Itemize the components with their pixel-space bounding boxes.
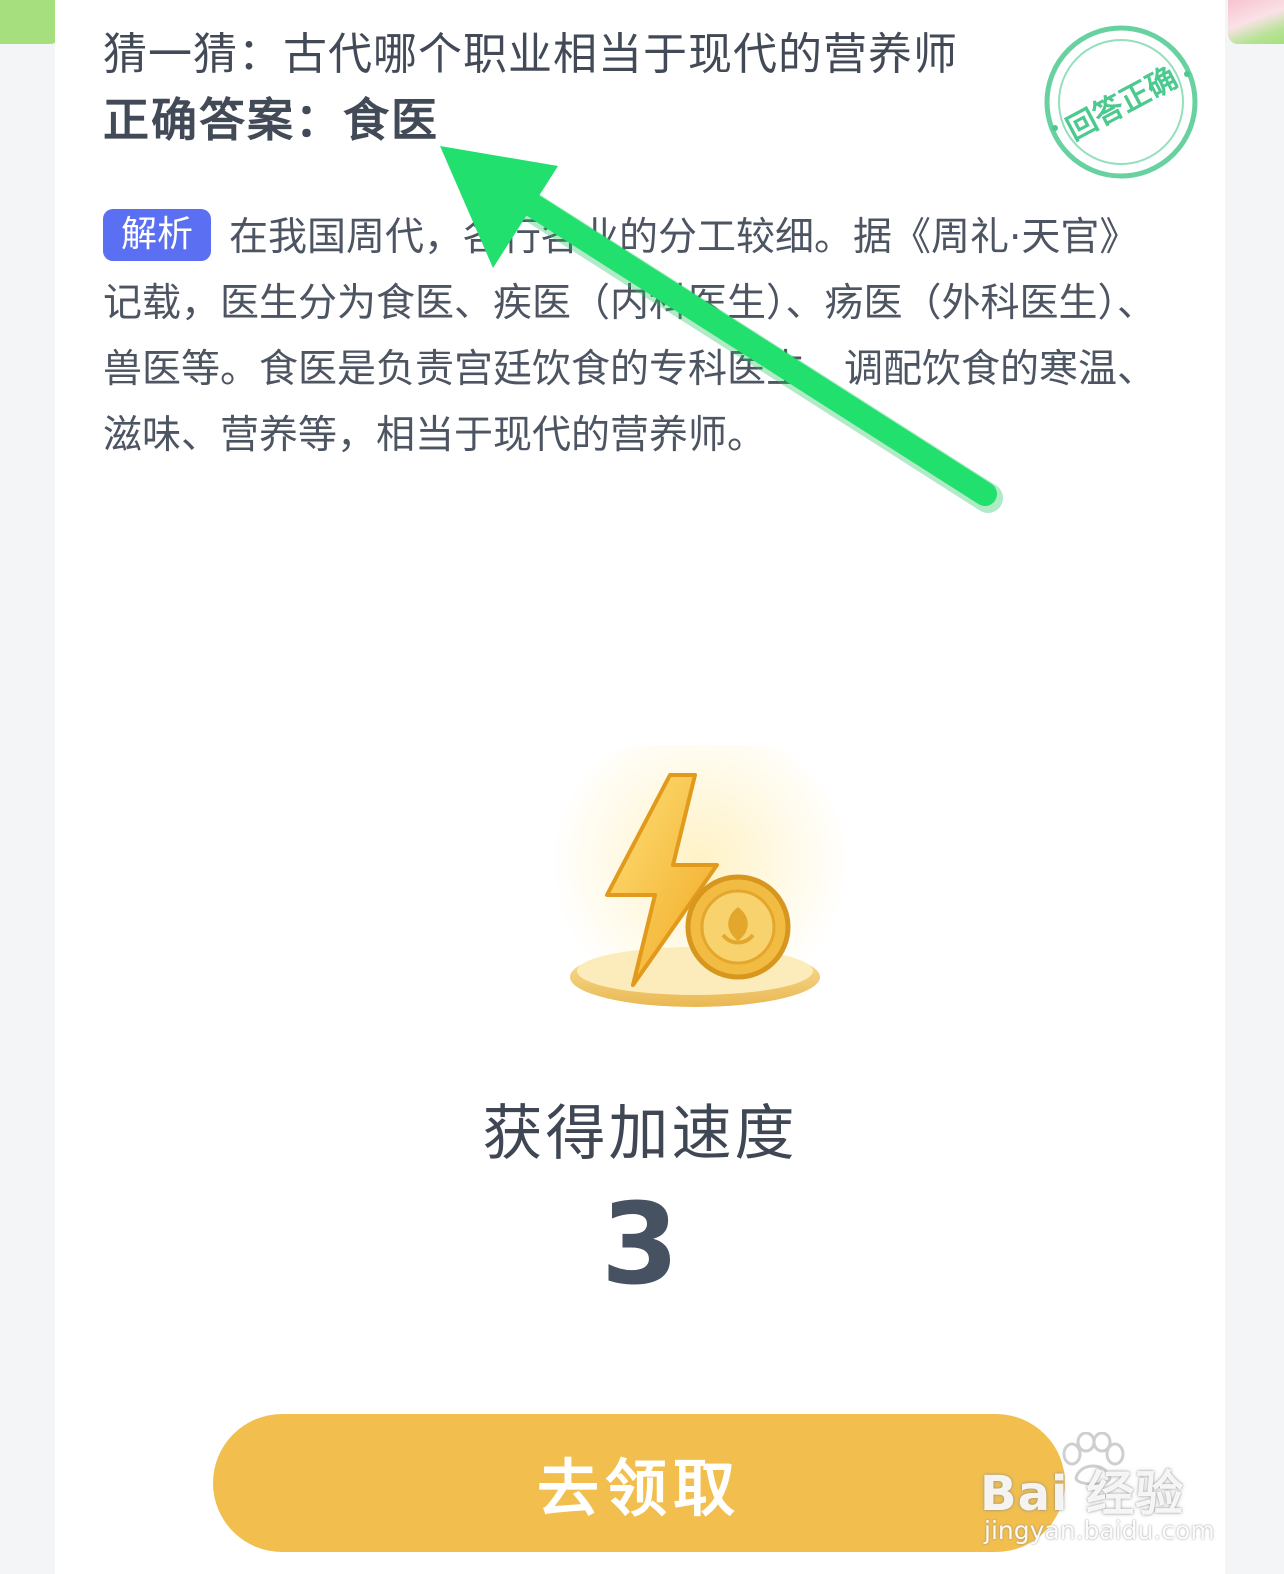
reward-value: 3 bbox=[601, 1180, 679, 1310]
watermark-text: Bai 经验 bbox=[980, 1466, 1185, 1522]
analysis-paragraph: 解析 在我国周代，各行各业的分工较细。据《周礼·天官》记载，医生分为食医、疾医（内… bbox=[103, 205, 1163, 469]
watermark-site: jingyan.baidu.com bbox=[984, 1516, 1215, 1545]
correct-answer: 正确答案：食医 bbox=[103, 93, 439, 147]
analysis-text: 在我国周代，各行各业的分工较细。据《周礼·天官》记载，医生分为食医、疾医（内科医… bbox=[103, 215, 1157, 458]
claim-button[interactable]: 去领取 bbox=[213, 1414, 1065, 1552]
baidu-watermark: Bai 经验 jingyan.baidu.com bbox=[980, 1432, 1220, 1562]
quiz-question: 猜一猜：古代哪个职业相当于现代的营养师 bbox=[103, 29, 958, 80]
stamp-text: 回答正确 bbox=[1061, 61, 1183, 148]
lightning-coin-icon bbox=[550, 745, 850, 1025]
reward-label: 获得加速度 bbox=[482, 1099, 798, 1169]
correct-stamp-icon: 回答正确 bbox=[1044, 25, 1198, 179]
background-decoration-left bbox=[0, 0, 60, 44]
analysis-badge: 解析 bbox=[103, 209, 212, 261]
background-decoration-right bbox=[1228, 0, 1284, 44]
result-card: 猜一猜：古代哪个职业相当于现代的营养师 正确答案：食医 回答正确 解析 在我国周代… bbox=[55, 0, 1225, 1574]
